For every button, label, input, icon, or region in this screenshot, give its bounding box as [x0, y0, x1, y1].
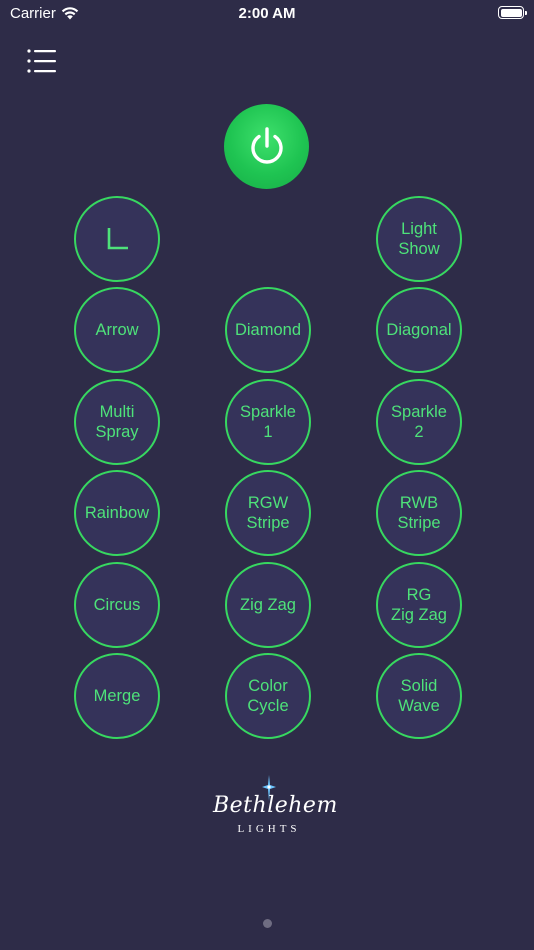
- battery-level: [500, 8, 522, 17]
- arrow-button[interactable]: Arrow: [74, 287, 160, 373]
- logo-sub-text: LIGHTS: [237, 823, 301, 835]
- timer-button[interactable]: [74, 196, 160, 282]
- zig-zag-button[interactable]: Zig Zag: [225, 562, 311, 648]
- multi-spray-button[interactable]: Multi Spray: [74, 379, 160, 465]
- status-time: 2:00 AM: [238, 5, 296, 22]
- rgw-stripe-button[interactable]: RGW Stripe: [225, 470, 311, 556]
- timer-l-icon: [107, 228, 128, 250]
- rg-zig-zag-button[interactable]: RG Zig Zag: [376, 562, 462, 648]
- rwb-stripe-button[interactable]: RWB Stripe: [376, 470, 462, 556]
- solid-wave-button[interactable]: Solid Wave: [376, 653, 462, 739]
- light-show-button[interactable]: Light Show: [376, 196, 462, 282]
- merge-button[interactable]: Merge: [74, 653, 160, 739]
- sparkle-2-button[interactable]: Sparkle 2: [376, 379, 462, 465]
- diagonal-button[interactable]: Diagonal: [376, 287, 462, 373]
- menu-list-icon: [27, 49, 56, 73]
- bethlehem-lights-logo: Bethlehem LIGHTS: [213, 775, 338, 841]
- power-icon: [250, 126, 283, 164]
- circus-button[interactable]: Circus: [74, 562, 160, 648]
- sparkle-1-button[interactable]: Sparkle 1: [225, 379, 311, 465]
- page-indicator-dot: [263, 919, 272, 928]
- logo-script-text: Bethlehem: [213, 793, 338, 818]
- status-bar: Carrier 2:00 AM: [0, 0, 534, 30]
- rainbow-button[interactable]: Rainbow: [74, 470, 160, 556]
- menu-button[interactable]: [26, 46, 58, 76]
- power-button[interactable]: [224, 104, 309, 189]
- diamond-button[interactable]: Diamond: [225, 287, 311, 373]
- battery-icon: [498, 6, 527, 19]
- color-cycle-button[interactable]: Color Cycle: [225, 653, 311, 739]
